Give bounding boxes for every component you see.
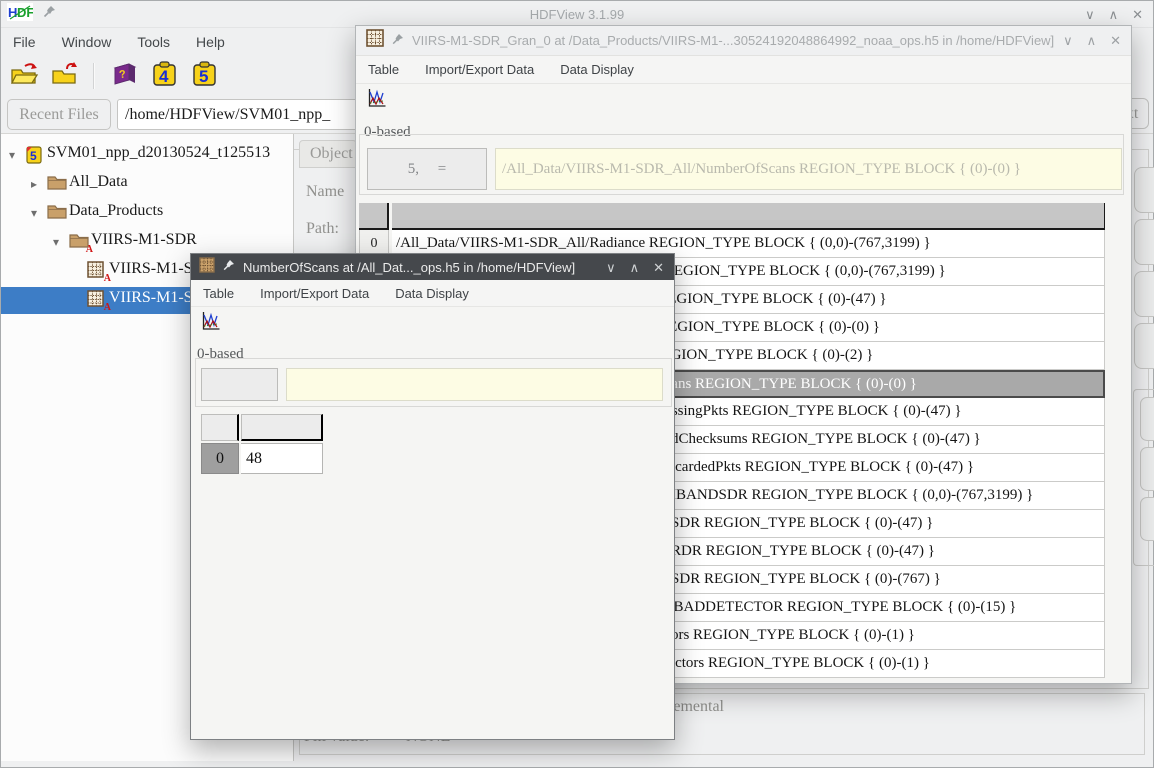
panel-button-fragment[interactable] [1134,271,1154,317]
tree-item-label: Data_Products [69,202,163,220]
menu-data-display[interactable]: Data Display [395,286,469,301]
tree-item-label: SVM01_npp_d20130524_t125513 [47,144,270,162]
pin-icon[interactable] [392,32,404,50]
minimize-icon[interactable]: ∨ [1063,34,1073,47]
maximize-icon[interactable]: ∧ [630,261,640,274]
tree-item-all-data[interactable]: ▸ All_Data [1,171,294,198]
lineplot-icon[interactable] [367,88,387,113]
panel-button-fragment[interactable] [1140,447,1154,491]
cell-reference-field[interactable] [201,368,278,401]
dataset-icon: A [87,261,107,281]
main-titlebar[interactable]: HDF HDFView 3.1.99 ∨ ∧ ✕ [1,1,1153,28]
numberofscans-titlebar[interactable]: NumberOfScans at /All_Dat..._ops.h5 in /… [191,254,674,280]
hdf5-file-icon: 5 [25,145,45,165]
menu-file[interactable]: File [13,34,36,50]
numberofscans-window-title: NumberOfScans at /All_Dat..._ops.h5 in /… [243,260,575,275]
svg-text:5: 5 [199,67,208,86]
numberofscans-window: NumberOfScans at /All_Dat..._ops.h5 in /… [190,253,675,740]
panel-button-fragment[interactable] [1134,323,1154,369]
table-grid-icon [366,29,384,52]
table-grid-icon [199,257,215,278]
table-corner-header[interactable] [201,414,239,441]
lineplot-icon[interactable] [201,311,221,336]
toolbar-separator [93,63,95,89]
table-cell-value[interactable]: 48 [241,443,323,474]
main-window-title: HDFView 3.1.99 [1,7,1153,22]
folder-icon [47,203,67,223]
menu-table[interactable]: Table [203,286,234,301]
collapse-arrow-icon[interactable]: ▸ [31,177,37,191]
dataset-icon: A [87,290,107,310]
table-column-header[interactable] [392,203,1105,230]
tree-item-label: VIIRS-M1-SDR [91,231,197,249]
svg-text:4: 4 [159,67,169,86]
help-book-icon[interactable]: ? [109,60,139,93]
pin-icon[interactable] [223,258,235,276]
maximize-icon[interactable]: ∧ [1109,8,1119,21]
formula-field[interactable] [286,368,663,401]
menu-table[interactable]: Table [368,62,399,77]
hdf5-icon[interactable]: 5 [189,60,219,93]
close-icon[interactable]: ✕ [1110,34,1121,47]
table-corner-header[interactable] [359,203,389,230]
expand-arrow-icon[interactable]: ▾ [9,148,15,162]
menu-import-export[interactable]: Import/Export Data [260,286,369,301]
tree-item-svm01-npp-d20130524-t125513[interactable]: ▾ 5 SVM01_npp_d20130524_t125513 [1,142,294,169]
expand-arrow-icon[interactable]: ▾ [31,206,37,220]
formula-field[interactable]: /All_Data/VIIRS-M1-SDR_All/NumberOfScans… [495,148,1122,190]
panel-button-fragment[interactable] [1140,497,1154,541]
minimize-icon[interactable]: ∨ [606,261,616,274]
table-column-header[interactable] [241,414,323,441]
hdf4-icon[interactable]: 4 [149,60,179,93]
close-file-icon[interactable] [49,60,79,93]
folder-icon [47,174,67,194]
minimize-icon[interactable]: ∨ [1085,8,1095,21]
menu-import-export[interactable]: Import/Export Data [425,62,534,77]
close-icon[interactable]: ✕ [653,261,664,274]
panel-button-fragment[interactable] [1134,219,1154,265]
open-file-icon[interactable] [9,60,39,93]
gran0-menubar: Table Import/Export Data Data Display [356,56,1131,84]
tree-item-data-products[interactable]: ▾ Data_Products [1,200,294,227]
recent-files-button[interactable]: Recent Files [7,99,111,130]
path-label: Path: [306,220,339,238]
menu-tools[interactable]: Tools [137,34,170,50]
menu-window[interactable]: Window [62,34,112,50]
name-label: Name [306,183,344,201]
menu-data-display[interactable]: Data Display [560,62,634,77]
tree-item-viirs-m1-sdr[interactable]: ▾ AVIIRS-M1-SDR [1,229,294,256]
gran0-window-title: VIIRS-M1-SDR_Gran_0 at /Data_Products/VI… [412,33,1054,48]
tab-object-info[interactable]: Object [299,140,357,168]
gran0-titlebar[interactable]: VIIRS-M1-SDR_Gran_0 at /Data_Products/VI… [356,26,1131,56]
maximize-icon[interactable]: ∧ [1087,34,1097,47]
table-row-header[interactable]: 0 [201,443,239,474]
numberofscans-menubar: Table Import/Export Data Data Display [191,280,674,307]
folder-icon: A [69,232,89,252]
panel-button-fragment[interactable] [1140,397,1154,441]
tree-item-label: All_Data [69,173,128,191]
cell-reference-field[interactable]: 5, = [367,148,487,190]
panel-button-fragment[interactable] [1134,167,1154,213]
close-icon[interactable]: ✕ [1132,8,1143,21]
svg-text:5: 5 [30,149,37,163]
menu-help[interactable]: Help [196,34,225,50]
expand-arrow-icon[interactable]: ▾ [53,235,59,249]
